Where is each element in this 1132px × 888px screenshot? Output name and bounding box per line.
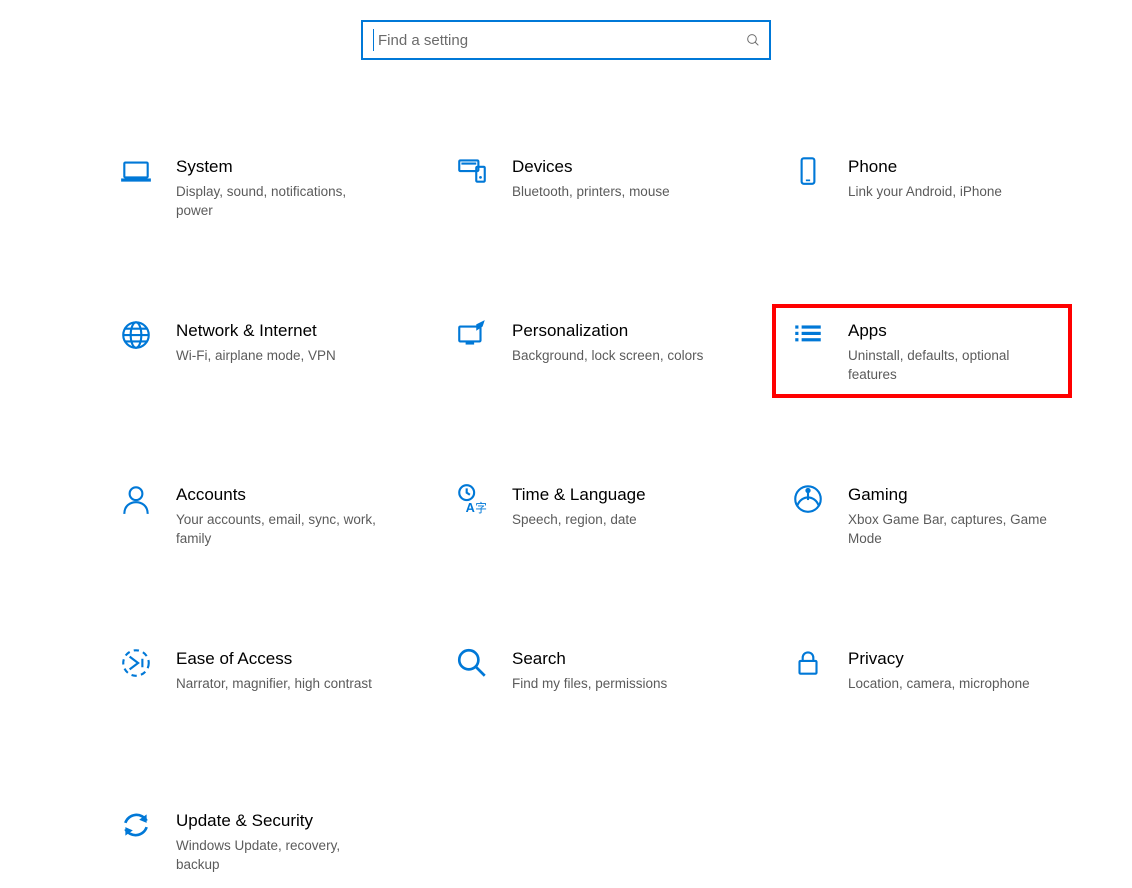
settings-grid: System Display, sound, notifications, pow… [100, 140, 1072, 888]
tile-texts: Devices Bluetooth, printers, mouse [512, 154, 670, 201]
settings-tile-search[interactable]: Search Find my files, permissions [436, 632, 736, 724]
settings-tile-ease-of-access[interactable]: Ease of Access Narrator, magnifier, high … [100, 632, 400, 724]
devices-icon [448, 154, 496, 188]
settings-tile-personalization[interactable]: Personalization Background, lock screen, … [436, 304, 736, 398]
settings-tile-apps[interactable]: Apps Uninstall, defaults, optional featur… [772, 304, 1072, 398]
phone-icon [784, 154, 832, 188]
search-box[interactable] [361, 20, 771, 60]
tile-title: Accounts [176, 484, 386, 506]
tile-description: Location, camera, microphone [848, 674, 1030, 693]
settings-tile-phone[interactable]: Phone Link your Android, iPhone [772, 140, 1072, 234]
settings-tile-system[interactable]: System Display, sound, notifications, pow… [100, 140, 400, 234]
tile-title: Ease of Access [176, 648, 372, 670]
tile-texts: Ease of Access Narrator, magnifier, high … [176, 646, 372, 693]
tile-texts: Search Find my files, permissions [512, 646, 667, 693]
tile-title: Devices [512, 156, 670, 178]
tile-description: Xbox Game Bar, captures, Game Mode [848, 510, 1058, 548]
tile-description: Bluetooth, printers, mouse [512, 182, 670, 201]
settings-tile-update-security[interactable]: Update & Security Windows Update, recover… [100, 794, 400, 888]
tile-texts: Time & Language Speech, region, date [512, 482, 646, 529]
personalize-icon [448, 318, 496, 352]
tile-texts: Network & Internet Wi-Fi, airplane mode, … [176, 318, 336, 365]
time-lang-icon [448, 482, 496, 516]
apps-icon [784, 318, 832, 352]
tile-title: Time & Language [512, 484, 646, 506]
tile-title: Network & Internet [176, 320, 336, 342]
tile-texts: Gaming Xbox Game Bar, captures, Game Mode [848, 482, 1058, 548]
settings-tile-devices[interactable]: Devices Bluetooth, printers, mouse [436, 140, 736, 234]
gaming-icon [784, 482, 832, 516]
tile-title: Update & Security [176, 810, 386, 832]
settings-tile-accounts[interactable]: Accounts Your accounts, email, sync, work… [100, 468, 400, 562]
tile-texts: System Display, sound, notifications, pow… [176, 154, 386, 220]
tile-description: Uninstall, defaults, optional features [848, 346, 1058, 384]
search-input[interactable] [376, 31, 745, 50]
tile-title: Gaming [848, 484, 1058, 506]
tile-texts: Phone Link your Android, iPhone [848, 154, 1002, 201]
tile-title: System [176, 156, 386, 178]
update-icon [112, 808, 160, 842]
tile-texts: Personalization Background, lock screen, … [512, 318, 703, 365]
globe-icon [112, 318, 160, 352]
settings-tile-network[interactable]: Network & Internet Wi-Fi, airplane mode, … [100, 304, 400, 398]
tile-texts: Privacy Location, camera, microphone [848, 646, 1030, 693]
settings-tile-time-language[interactable]: Time & Language Speech, region, date [436, 468, 736, 562]
tile-description: Windows Update, recovery, backup [176, 836, 386, 874]
lock-icon [784, 646, 832, 680]
tile-description: Your accounts, email, sync, work, family [176, 510, 386, 548]
text-caret [373, 29, 374, 51]
ease-icon [112, 646, 160, 680]
tile-title: Search [512, 648, 667, 670]
settings-tile-privacy[interactable]: Privacy Location, camera, microphone [772, 632, 1072, 724]
tile-description: Display, sound, notifications, power [176, 182, 386, 220]
tile-title: Apps [848, 320, 1058, 342]
tile-description: Link your Android, iPhone [848, 182, 1002, 201]
laptop-icon [112, 154, 160, 188]
tile-description: Narrator, magnifier, high contrast [176, 674, 372, 693]
tile-texts: Apps Uninstall, defaults, optional featur… [848, 318, 1058, 384]
tile-texts: Accounts Your accounts, email, sync, work… [176, 482, 386, 548]
tile-description: Speech, region, date [512, 510, 646, 529]
tile-description: Find my files, permissions [512, 674, 667, 693]
person-icon [112, 482, 160, 516]
search-icon [448, 646, 496, 680]
tile-title: Phone [848, 156, 1002, 178]
tile-description: Background, lock screen, colors [512, 346, 703, 365]
search-container [0, 20, 1132, 60]
tile-texts: Update & Security Windows Update, recover… [176, 808, 386, 874]
settings-tile-gaming[interactable]: Gaming Xbox Game Bar, captures, Game Mode [772, 468, 1072, 562]
tile-title: Personalization [512, 320, 703, 342]
tile-description: Wi-Fi, airplane mode, VPN [176, 346, 336, 365]
tile-title: Privacy [848, 648, 1030, 670]
search-icon [745, 32, 761, 48]
